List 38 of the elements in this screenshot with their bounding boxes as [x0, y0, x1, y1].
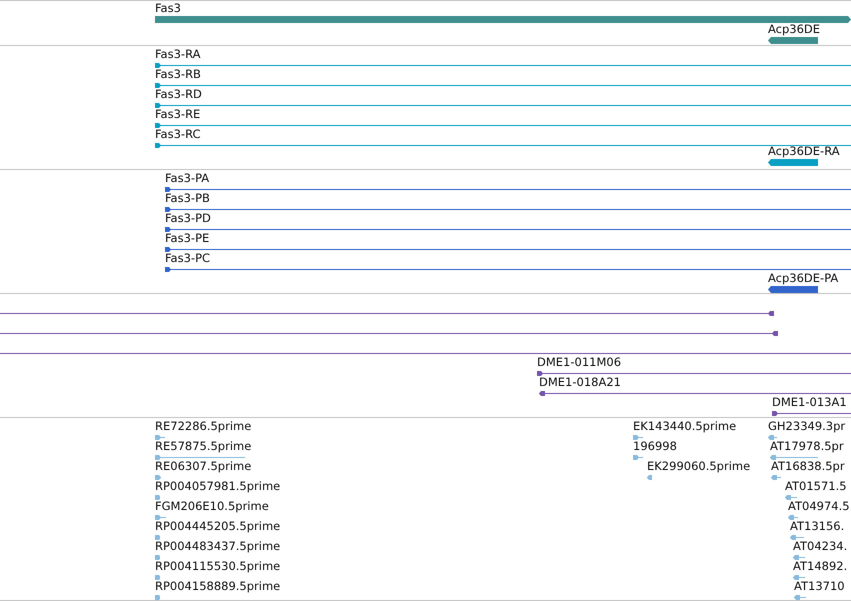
- feature-label: AT01571.5: [785, 479, 847, 493]
- feature-label: Fas3-RB: [155, 67, 201, 81]
- feature-label: RP004158889.5prime: [155, 579, 280, 593]
- feature-label: EK143440.5prime: [633, 419, 736, 433]
- feature-label: AT13710: [794, 579, 845, 593]
- feature-label: RE57875.5prime: [155, 439, 252, 453]
- feature-label: DME1-018A21: [539, 375, 621, 389]
- feature-label: AT13156.: [790, 519, 844, 533]
- feature-label: AT04234.: [793, 539, 848, 553]
- feature-label: DME1-013A1: [772, 395, 847, 409]
- feature-label: AT04974.5: [788, 499, 850, 513]
- feature-label: RP004445205.5prime: [155, 519, 280, 533]
- feature-label: Fas3-RA: [155, 47, 200, 61]
- feature-label: AT17978.5pr: [770, 439, 844, 453]
- feature-label: Fas3-PA: [165, 171, 210, 185]
- feature-label: Fas3-RE: [155, 107, 200, 121]
- feature-label: FGM206E10.5prime: [155, 499, 269, 513]
- feature-label: DME1-011M06: [537, 355, 622, 369]
- feature-label: Fas3-RC: [155, 127, 201, 141]
- feature-label: Fas3-PE: [165, 231, 210, 245]
- feature-label: RP004057981.5prime: [155, 479, 280, 493]
- feature-label: Fas3-PD: [165, 211, 211, 225]
- feature-label: 196998: [633, 439, 677, 453]
- feature-label: Fas3-RD: [155, 87, 202, 101]
- feature-label: GH23349.3pr: [768, 419, 846, 433]
- feature-label: Acp36DE-RA: [768, 144, 840, 158]
- feature-label: Acp36DE-PA: [768, 271, 838, 285]
- feature-label: Acp36DE: [768, 22, 820, 36]
- feature-label: RE06307.5prime: [155, 459, 252, 473]
- feature-label: Fas3-PB: [165, 191, 210, 205]
- feature-label: EK299060.5prime: [647, 459, 750, 473]
- feature-label: Fas3: [155, 1, 181, 15]
- feature-label: RP004483437.5prime: [155, 539, 280, 553]
- feature-label: RE72286.5prime: [155, 419, 252, 433]
- feature-label: RP004115530.5prime: [155, 559, 280, 573]
- feature-label: AT14892.: [793, 559, 848, 573]
- feature-label: AT16838.5pr: [771, 459, 845, 473]
- feature-label: Fas3-PC: [165, 251, 210, 265]
